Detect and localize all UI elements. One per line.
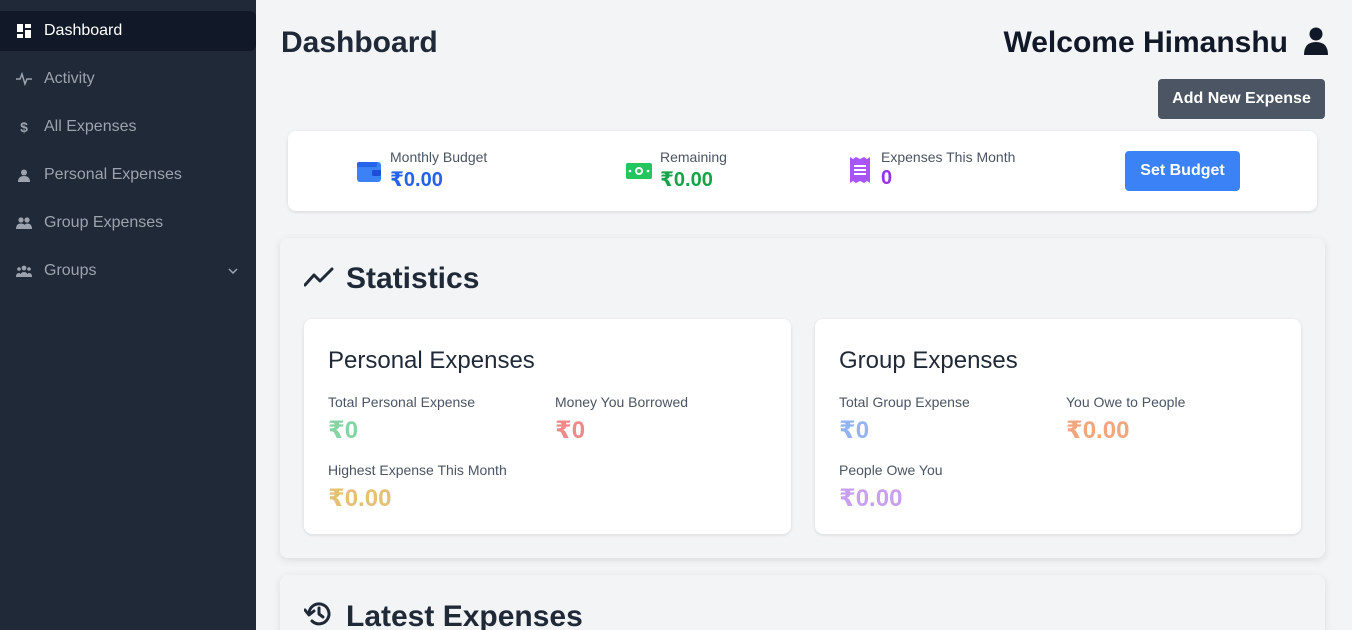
latest-expenses-panel: Latest Expenses [280,575,1325,630]
add-new-expense-button[interactable]: Add New Expense [1158,79,1325,119]
budget-summary-card: Monthly Budget ₹0.00 Remaining ₹0.00 Exp… [288,131,1317,211]
money-borrowed-value: ₹0 [555,417,586,444]
monthly-budget-value: ₹0.00 [390,169,443,191]
sidebar-item-group-expenses[interactable]: Group Expenses [0,203,256,243]
sidebar-item-personal-expenses[interactable]: Personal Expenses [0,155,256,195]
sidebar-item-dashboard[interactable]: Dashboard [0,11,256,51]
group-expenses-card: Group Expenses Total Group Expense ₹0 Yo… [815,319,1301,534]
sidebar-item-label: Group Expenses [44,214,164,231]
sidebar-item-label: All Expenses [44,118,137,135]
remaining-stat: Remaining ₹0.00 [626,149,727,192]
highest-expense-value: ₹0.00 [328,485,392,512]
total-personal-expense-value: ₹0 [328,417,359,444]
main-content: Dashboard Welcome Himanshu Add New Expen… [256,0,1352,630]
total-group-expense-label: Total Group Expense [839,394,970,410]
wallet-icon [356,158,382,184]
money-borrowed-metric: Money You Borrowed ₹0 [555,394,688,445]
remaining-value: ₹0.00 [660,169,713,191]
users-icon [16,215,32,231]
people-owe-you-value: ₹0.00 [839,485,903,512]
personal-expenses-title: Personal Expenses [328,347,535,374]
welcome-text: Welcome Himanshu [1003,26,1288,59]
expenses-this-month-label: Expenses This Month [881,149,1016,165]
money-icon [626,158,652,184]
user-icon [16,167,32,183]
people-owe-you-metric: People Owe You ₹0.00 [839,462,943,513]
sidebar-item-label: Groups [44,262,97,279]
welcome-block: Welcome Himanshu [1003,26,1328,60]
latest-expenses-header: Latest Expenses [303,599,583,630]
money-borrowed-label: Money You Borrowed [555,394,689,410]
statistics-header: Statistics [303,262,480,296]
sidebar-item-groups[interactable]: Groups [0,251,256,291]
monthly-budget-stat: Monthly Budget ₹0.00 [356,149,487,192]
sidebar-item-label: Dashboard [44,22,123,39]
dashboard-icon [16,23,32,39]
sidebar-item-all-expenses[interactable]: $ All Expenses [0,107,256,147]
highest-expense-metric: Highest Expense This Month ₹0.00 [328,462,507,513]
set-budget-button[interactable]: Set Budget [1125,151,1240,191]
total-personal-expense-metric: Total Personal Expense ₹0 [328,394,475,445]
expenses-this-month-stat: Expenses This Month 0 [847,149,1015,190]
group-expenses-title: Group Expenses [839,347,1018,374]
you-owe-value: ₹0.00 [1066,417,1130,444]
expenses-this-month-value: 0 [881,167,893,189]
you-owe-metric: You Owe to People ₹0.00 [1066,394,1185,445]
user-icon[interactable] [1304,27,1328,60]
total-group-expense-metric: Total Group Expense ₹0 [839,394,970,445]
sidebar-item-label: Personal Expenses [44,166,182,183]
latest-expenses-title: Latest Expenses [346,599,583,630]
highest-expense-label: Highest Expense This Month [328,462,507,478]
sidebar: Dashboard Activity $ All Expenses Person… [0,0,256,630]
trend-line-icon [303,267,334,292]
monthly-budget-label: Monthly Budget [390,149,488,165]
dollar-icon: $ [20,119,28,135]
people-owe-you-label: People Owe You [839,462,943,478]
activity-icon [16,71,32,87]
page-title: Dashboard [281,26,438,59]
sidebar-item-label: Activity [44,70,95,87]
you-owe-label: You Owe to People [1066,394,1186,410]
remaining-label: Remaining [660,149,727,165]
sidebar-item-activity[interactable]: Activity [0,59,256,99]
statistics-panel: Statistics Personal Expenses Total Perso… [280,238,1325,558]
history-icon [303,599,334,630]
group-icon [16,263,32,279]
chevron-down-icon[interactable] [228,268,238,274]
statistics-title: Statistics [346,262,480,295]
total-personal-expense-label: Total Personal Expense [328,394,476,410]
personal-expenses-card: Personal Expenses Total Personal Expense… [304,319,791,534]
total-group-expense-value: ₹0 [839,417,870,444]
receipt-icon [847,156,873,183]
